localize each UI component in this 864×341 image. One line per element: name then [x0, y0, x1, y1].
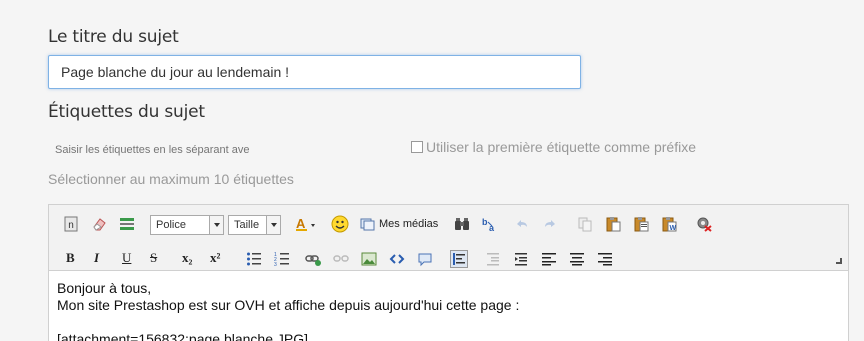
underline-button[interactable]: U: [122, 250, 131, 266]
align-left-button[interactable]: [541, 251, 557, 267]
prefix-label: Utiliser la première étiquette comme pré…: [426, 139, 696, 155]
align-left-toggle-button[interactable]: [450, 250, 468, 268]
font-select-label: Police: [156, 219, 186, 231]
editor-line: Mon site Prestashop est sur OVH et affic…: [57, 297, 520, 313]
source-settings-button[interactable]: [696, 216, 712, 232]
bullet-list-button[interactable]: [246, 251, 262, 267]
topic-title-input[interactable]: Page blanche du jour au lendemain !: [48, 55, 581, 89]
redo-button[interactable]: [542, 216, 558, 232]
unlink-button[interactable]: [333, 251, 349, 267]
bullet-list-icon: [247, 252, 261, 266]
editor-line: Bonjour à tous,: [57, 280, 152, 296]
svg-text:A: A: [296, 216, 306, 231]
svg-text:W: W: [670, 225, 677, 232]
remove-format-button[interactable]: n: [63, 216, 79, 232]
outdent-icon: [487, 253, 499, 266]
rich-text-editor: n Police Taille A Mes médias b a W B I U…: [48, 204, 849, 341]
topic-title-label: Le titre du sujet: [48, 27, 179, 47]
text-color-icon: A: [296, 216, 315, 231]
copy-icon: [578, 217, 592, 232]
align-center-icon: [570, 253, 584, 266]
topic-tags-label: Étiquettes du sujet: [48, 102, 205, 122]
binoculars-icon: [455, 218, 469, 230]
size-select[interactable]: Taille: [228, 215, 281, 235]
quote-button[interactable]: [417, 251, 433, 267]
eraser-button[interactable]: [91, 216, 107, 232]
paste-button[interactable]: [605, 216, 621, 232]
prefix-checkbox[interactable]: [411, 141, 423, 153]
smiley-icon: [331, 215, 349, 233]
numbered-list-icon: 123: [274, 252, 289, 267]
image-icon: [361, 252, 377, 266]
bold-button[interactable]: B: [66, 250, 75, 266]
tags-input[interactable]: [55, 142, 260, 158]
font-select[interactable]: Police: [150, 215, 224, 235]
text-color-button[interactable]: A: [295, 216, 319, 232]
media-button[interactable]: Mes médias: [360, 216, 438, 232]
paste-text-button[interactable]: [633, 216, 649, 232]
strikethrough-button[interactable]: S: [150, 250, 157, 266]
link-button[interactable]: [305, 251, 321, 267]
image-button[interactable]: [361, 251, 377, 267]
copy-button[interactable]: [577, 216, 593, 232]
numbered-list-button[interactable]: 123: [274, 251, 290, 267]
svg-text:3: 3: [274, 262, 277, 267]
emoticon-button[interactable]: [331, 215, 349, 233]
prefix-option[interactable]: Utiliser la première étiquette comme pré…: [411, 139, 696, 155]
size-select-label: Taille: [234, 219, 260, 231]
redo-icon: [545, 220, 555, 227]
undo-button[interactable]: [514, 216, 530, 232]
align-right-button[interactable]: [597, 251, 613, 267]
indent-button[interactable]: [513, 251, 529, 267]
svg-text:n: n: [68, 220, 74, 231]
code-button[interactable]: [389, 251, 405, 267]
speech-bubble-icon: [418, 253, 432, 267]
replace-button[interactable]: ba: [482, 216, 498, 232]
undo-icon: [517, 220, 527, 227]
outdent-button[interactable]: [485, 251, 501, 267]
link-icon: [305, 255, 321, 266]
eraser-icon: [93, 218, 106, 231]
code-icon: [389, 254, 405, 264]
editor-line: [57, 314, 519, 331]
gear-icon: [697, 217, 712, 232]
editor-line: [attachment=156832:page blanche.JPG]: [57, 331, 309, 341]
toolbar-collapse-icon[interactable]: [836, 258, 842, 264]
tags-hint: Sélectionner au maximum 10 étiquettes: [48, 171, 294, 187]
paste-icon: [606, 217, 621, 232]
indent-icon: [515, 253, 527, 266]
editor-toolbar: n Police Taille A Mes médias b a W B I U…: [49, 205, 848, 271]
editor-content[interactable]: Bonjour à tous, Mon site Prestashop est …: [57, 280, 519, 341]
unlink-icon: [333, 255, 349, 262]
paste-word-icon: W: [662, 217, 677, 232]
find-button[interactable]: [454, 216, 470, 232]
align-left-icon: [542, 253, 556, 266]
align-left-icon: [453, 253, 465, 265]
replace-icon: ba: [482, 217, 495, 232]
format-block-icon: [120, 218, 134, 230]
subscript-button[interactable]: x₂: [182, 250, 192, 266]
svg-text:b: b: [482, 217, 488, 227]
paste-word-button[interactable]: W: [661, 216, 677, 232]
paste-text-icon: [634, 217, 649, 232]
chevron-down-icon: [266, 216, 280, 234]
align-center-button[interactable]: [569, 251, 585, 267]
italic-button[interactable]: I: [94, 250, 99, 266]
format-block-button[interactable]: [119, 216, 135, 232]
media-icon: [360, 218, 375, 231]
superscript-button[interactable]: x²: [210, 250, 220, 266]
media-label: Mes médias: [379, 218, 439, 230]
chevron-down-icon: [209, 216, 223, 234]
remove-format-icon: n: [64, 216, 78, 232]
align-right-icon: [598, 253, 612, 266]
